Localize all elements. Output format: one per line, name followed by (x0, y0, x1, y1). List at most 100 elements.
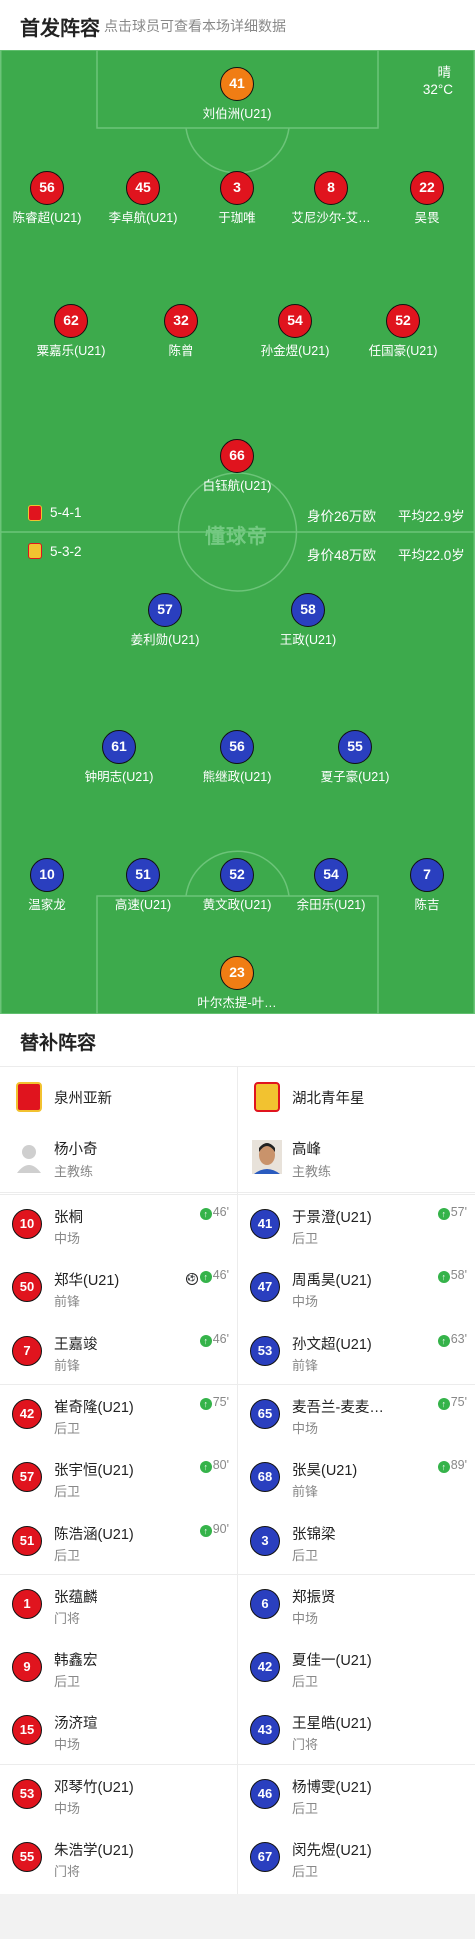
coach-avatar-icon (252, 1140, 282, 1174)
sub-player-number: 55 (12, 1842, 42, 1872)
sub-player-row[interactable]: 42 夏佳一(U21) 后卫 (238, 1637, 475, 1700)
away-player[interactable]: 23 叶尔杰提-叶… (177, 956, 297, 1011)
divider (0, 1573, 237, 1575)
player-number-badge: 54 (278, 304, 312, 338)
home-player[interactable]: 54 孙金煜(U21) (235, 304, 355, 359)
sub-in-minute: 46' (212, 1331, 229, 1346)
sub-in-minute: 89' (450, 1458, 467, 1473)
away-player[interactable]: 61 钟明志(U21) (59, 730, 179, 785)
sub-player-position: 前锋 (54, 1294, 81, 1310)
home-market-value: 身价26万欧 (307, 509, 377, 524)
player-number-badge: 57 (148, 593, 182, 627)
sub-in-minute: 75' (450, 1394, 467, 1409)
sub-player-number: 43 (250, 1715, 280, 1746)
sub-player-row[interactable]: 65 麦吾兰-麦麦… 中场 ↑ 75' (238, 1384, 475, 1447)
player-number-badge: 23 (220, 956, 254, 990)
sub-player-name: 张锦梁 (292, 1526, 336, 1543)
away-team-header[interactable]: 湖北青年星 (238, 1066, 475, 1126)
away-coach[interactable]: 高峰 主教练 (238, 1124, 475, 1194)
home-team-header[interactable]: 泉州亚新 (0, 1066, 237, 1126)
sub-player-row[interactable]: 6 郑振贤 中场 (238, 1574, 475, 1637)
sub-player-row[interactable]: 15 汤济瑄中场 (0, 1700, 237, 1763)
sub-player-number: 9 (12, 1652, 42, 1683)
sub-player-row[interactable]: 1 张蕴麟 门将 (0, 1574, 237, 1637)
away-formation: 5-3-2 (50, 544, 82, 559)
sub-player-position: 后卫 (292, 1674, 319, 1690)
sub-in-minute: 63' (450, 1331, 467, 1346)
sub-player-position: 中场 (54, 1737, 81, 1753)
sub-player-name: 张桐 (54, 1210, 83, 1226)
sub-in-minute: 80' (212, 1458, 229, 1473)
home-player[interactable]: 62 粟嘉乐(U21) (11, 304, 131, 359)
sub-player-position: 门将 (54, 1610, 81, 1626)
sub-player-position: 后卫 (54, 1674, 81, 1690)
sub-player-name: 张昊(U21) (292, 1463, 358, 1480)
sub-in-indicator: ↑ 58' (437, 1268, 467, 1284)
sub-player-name: 汤济瑄 (54, 1716, 98, 1733)
sub-player-position: 前锋 (54, 1357, 81, 1373)
sub-player-row[interactable]: 7 王嘉竣 前锋 ↑ 46' (0, 1321, 237, 1384)
player-number-badge: 66 (220, 439, 254, 473)
sub-player-position: 前锋 (292, 1357, 319, 1373)
home-player[interactable]: 22 吴畏 (367, 171, 475, 226)
sub-player-number: 10 (12, 1209, 42, 1239)
sub-in-minute: 46' (212, 1205, 229, 1219)
sub-player-name: 张蕴麟 (54, 1589, 98, 1606)
sub-player-row[interactable]: 47 周禹昊(U21) 中场 ↑ 58' (238, 1257, 475, 1320)
away-player[interactable]: 58 王政(U21) (248, 593, 368, 648)
sub-in-icon: ↑ (199, 1208, 212, 1220)
sub-player-row[interactable]: 51 陈浩涵(U21) 后卫 ↑ 90' (0, 1511, 237, 1574)
home-player[interactable]: 52 任国豪(U21) (343, 304, 463, 359)
player-name: 孙金煜(U21) (260, 344, 330, 358)
sub-player-row[interactable]: 53 孙文超(U21) 前锋 ↑ 63' (238, 1321, 475, 1384)
home-team-badge-icon (28, 505, 42, 521)
sub-player-position: 后卫 (292, 1864, 319, 1879)
sub-player-row[interactable]: 55 朱浩学(U21) 门将 (0, 1827, 237, 1890)
home-team-name: 泉州亚新 (54, 1091, 112, 1107)
player-name: 叶尔杰提-叶… (197, 996, 277, 1010)
sub-player-row[interactable]: 41 于景澄(U21) 后卫 ↑ 57' (238, 1194, 475, 1257)
player-name: 白钰航(U21) (202, 479, 272, 493)
sub-in-icon: ↑ (199, 1461, 212, 1474)
away-player[interactable]: 55 夏子豪(U21) (295, 730, 415, 785)
sub-player-row[interactable]: 46 杨博雯(U21) 后卫 (238, 1764, 475, 1827)
sub-player-row[interactable]: 68 张昊(U21) 前锋 ↑ 89' (238, 1447, 475, 1510)
away-player[interactable]: 57 姜利勋(U21) (105, 593, 225, 648)
away-team-name: 湖北青年星 (292, 1091, 365, 1107)
sub-player-number: 15 (12, 1715, 42, 1746)
away-player[interactable]: 7 陈吉 (367, 858, 475, 913)
home-team-logo-icon (16, 1082, 42, 1112)
sub-player-name: 王星皓(U21) (292, 1716, 372, 1733)
sub-player-row[interactable]: 42 崔奇隆(U21) 后卫 ↑ 75' (0, 1384, 237, 1447)
sub-player-number: 42 (250, 1652, 280, 1683)
home-player[interactable]: 66 白钰航(U21) (177, 439, 297, 494)
sub-in-indicator: ⚽ ↑ 46' (185, 1268, 229, 1286)
player-number-badge: 52 (386, 304, 420, 338)
player-name: 夏子豪(U21) (320, 770, 390, 784)
sub-player-row[interactable]: 3 张锦梁 后卫 (238, 1511, 475, 1574)
sub-player-position: 门将 (54, 1864, 81, 1879)
home-player[interactable]: 32 陈曾 (121, 304, 241, 359)
sub-player-row[interactable]: 53 邓琴竹(U21) 中场 (0, 1764, 237, 1827)
sub-player-row[interactable]: 9 韩鑫宏 后卫 (0, 1637, 237, 1700)
sub-player-position: 中场 (292, 1420, 319, 1436)
player-name: 吴畏 (414, 211, 440, 225)
lineup-header: 首发阵容 点击球员可查看本场详细数据 (0, 0, 475, 50)
sub-player-row[interactable]: 10 张桐 中场 ↑ 46' (0, 1194, 237, 1257)
away-player[interactable]: 56 熊继政(U21) (177, 730, 297, 785)
home-coach-name: 杨小奇 (54, 1142, 98, 1158)
home-player[interactable]: 41 刘伯洲(U21) (177, 67, 297, 122)
sub-player-row[interactable]: 57 张宇恒(U21) 后卫 ↑ 80' (0, 1447, 237, 1510)
home-coach[interactable]: 杨小奇 主教练 (0, 1124, 237, 1194)
weather-temperature: 32°C (422, 82, 453, 97)
sub-player-name: 王嘉竣 (54, 1336, 98, 1353)
sub-in-minute: 57' (450, 1205, 467, 1219)
sub-player-position: 后卫 (292, 1231, 319, 1246)
sub-in-minute: 75' (212, 1394, 229, 1409)
sub-player-row[interactable]: 43 王星皓(U21) 门将 (238, 1700, 475, 1763)
player-number-badge: 52 (220, 858, 254, 892)
sub-in-icon: ↑ (437, 1208, 450, 1220)
sub-player-row[interactable]: 50 郑华(U21) 前锋 ⚽ ↑ 46' (0, 1257, 237, 1320)
player-number-badge: 41 (220, 67, 254, 101)
sub-player-row[interactable]: 67 闵先煜(U21) 后卫 (238, 1827, 475, 1890)
